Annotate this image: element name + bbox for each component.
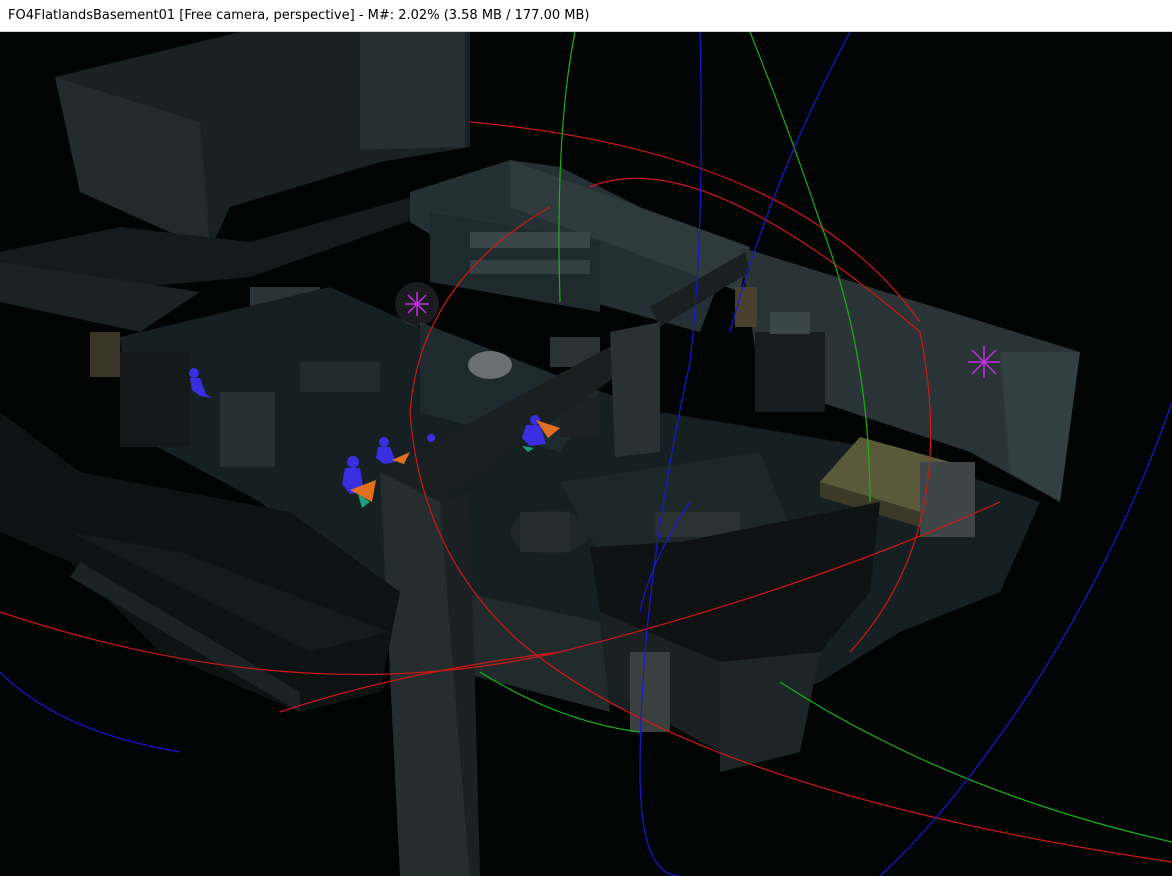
light-marker-right (968, 346, 1000, 378)
light-marker-left (395, 282, 439, 326)
window-title: FO4FlatlandsBasement01 [Free camera, per… (8, 8, 590, 23)
upper-floor-block (0, 32, 470, 332)
scene-render (0, 32, 1172, 876)
npc-marker (427, 434, 435, 442)
render-viewport[interactable] (0, 32, 1172, 876)
window-title-bar[interactable]: FO4FlatlandsBasement01 [Free camera, per… (0, 0, 1172, 32)
